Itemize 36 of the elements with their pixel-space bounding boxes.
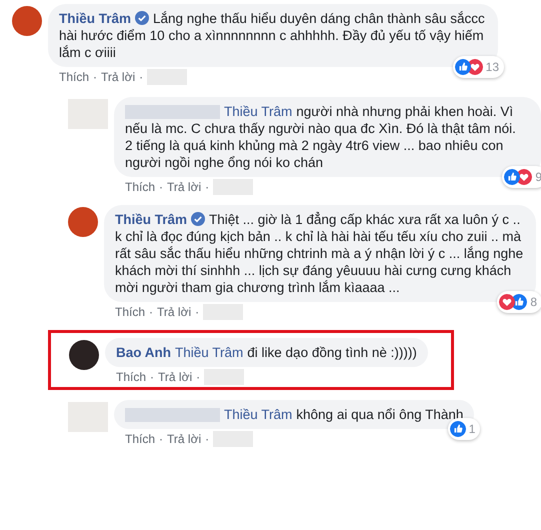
author-name[interactable]: Thiều Trâm	[115, 212, 188, 227]
like-link[interactable]: Thích	[116, 369, 146, 385]
separator-dot: ·	[159, 179, 164, 195]
author-name[interactable]: Bao Anh	[116, 345, 171, 360]
author-name[interactable]: Thiều Trâm	[59, 11, 132, 26]
mention-link[interactable]: Thiều Trâm	[175, 345, 244, 360]
reaction-count-badge[interactable]: 8	[497, 291, 541, 313]
thumbs-up-icon	[450, 421, 466, 437]
reaction-count-badge[interactable]: 9	[502, 166, 541, 188]
reaction-count-badge[interactable]: 1	[448, 418, 480, 440]
like-link[interactable]: Thích	[59, 69, 90, 85]
separator-dot: ·	[195, 304, 200, 320]
thumbs-up-icon	[454, 59, 471, 75]
separator-dot: ·	[205, 179, 210, 195]
reply-link[interactable]: Trả lời	[158, 369, 192, 385]
mention-link[interactable]: Thiều Trâm	[224, 407, 292, 422]
thumbs-up-icon	[504, 169, 520, 185]
reply-link[interactable]: Trả lời	[101, 69, 136, 85]
avatar[interactable]	[69, 340, 99, 370]
reply-link[interactable]: Trả lời	[157, 304, 192, 320]
reply-link[interactable]: Trả lời	[167, 431, 202, 447]
like-link[interactable]: Thích	[115, 304, 146, 320]
reply-link[interactable]: Trả lời	[167, 179, 202, 195]
separator-dot: ·	[149, 304, 154, 320]
separator-dot: ·	[139, 69, 144, 85]
separator-dot: ·	[150, 369, 154, 385]
comment-text: Bao Anh Thiều Trâm đi like dạo đồng tình nè :)))))	[116, 344, 417, 361]
separator-dot: ·	[205, 431, 210, 447]
reaction-count-badge[interactable]: 13	[452, 56, 504, 78]
separator-dot: ·	[159, 431, 164, 447]
separator-dot: ·	[196, 369, 200, 385]
mention-link[interactable]: Thiều Trâm	[224, 104, 292, 119]
thumbs-up-icon	[511, 294, 528, 310]
like-link[interactable]: Thích	[125, 179, 156, 195]
separator-dot: ·	[93, 69, 98, 85]
like-link[interactable]: Thích	[125, 431, 156, 447]
